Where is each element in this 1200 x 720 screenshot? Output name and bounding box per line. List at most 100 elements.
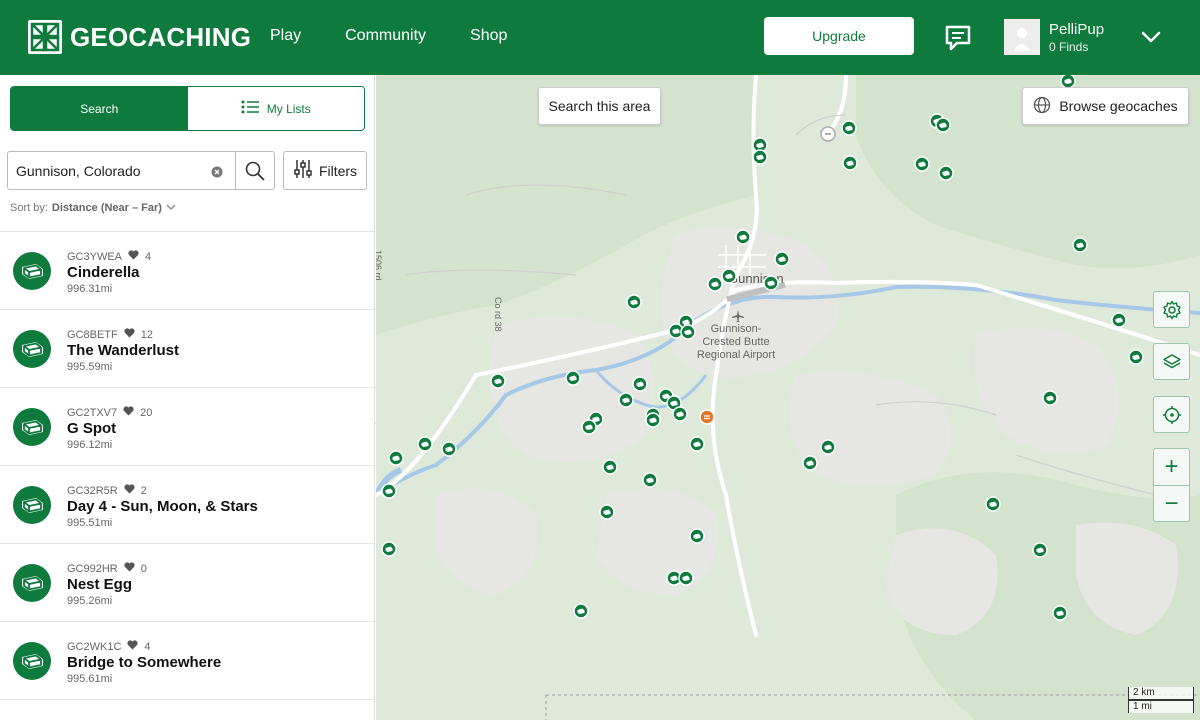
- cache-marker[interactable]: [441, 441, 457, 457]
- browse-geocaches-button[interactable]: Browse geocaches: [1022, 87, 1189, 125]
- tab-search-label: Search: [80, 101, 119, 116]
- cache-marker[interactable]: [721, 268, 737, 284]
- cache-marker[interactable]: [618, 392, 634, 408]
- cache-marker[interactable]: [680, 324, 696, 340]
- sort-selector[interactable]: Sort by: Distance (Near – Far): [10, 202, 176, 214]
- favorites-count: 2: [140, 484, 147, 497]
- search-button[interactable]: [235, 151, 274, 190]
- list-icon: [241, 100, 259, 117]
- cache-list: GC3YWEA 4 Cinderella 996.31mi GC8BETF 12…: [0, 231, 374, 700]
- cache-marker[interactable]: [689, 528, 705, 544]
- cache-marker[interactable]: [632, 376, 648, 392]
- cache-name[interactable]: Day 4 - Sun, Moon, & Stars: [67, 498, 258, 515]
- cache-marker[interactable]: [935, 117, 951, 133]
- cache-distance: 995.51mi: [67, 517, 113, 529]
- cache-marker[interactable]: [642, 472, 658, 488]
- heart-icon: [128, 250, 139, 263]
- cache-marker[interactable]: [573, 603, 589, 619]
- map-layers-button[interactable]: [1153, 343, 1190, 380]
- sort-prefix: Sort by:: [10, 202, 48, 214]
- cache-code-row: GC32R5R 2: [67, 484, 147, 497]
- upgrade-button[interactable]: Upgrade: [764, 17, 914, 55]
- filters-label: Filters: [318, 162, 358, 179]
- cache-marker[interactable]: [1052, 605, 1068, 621]
- map-scale: 2 km 1 mi: [1128, 687, 1194, 713]
- cache-marker[interactable]: [678, 570, 694, 586]
- cache-code: GC8BETF: [67, 328, 118, 341]
- cache-list-item[interactable]: GC2TXV7 20 G Spot 996.12mi: [0, 388, 374, 466]
- zoom-out-button[interactable]: −: [1154, 485, 1189, 521]
- cache-marker[interactable]: [645, 412, 661, 428]
- cache-marker[interactable]: [752, 149, 768, 165]
- gear-icon: [1162, 300, 1181, 319]
- cache-marker[interactable]: [565, 370, 581, 386]
- geocaching-logo[interactable]: GEOCACHING: [28, 20, 251, 54]
- cache-name[interactable]: Bridge to Somewhere: [67, 654, 221, 671]
- chevron-down-icon[interactable]: [1140, 28, 1162, 46]
- parking-marker: [820, 126, 836, 142]
- cache-marker[interactable]: [1032, 542, 1048, 558]
- location-search-field[interactable]: Gunnison, Colorado: [7, 151, 275, 190]
- cache-code: GC32R5R: [67, 484, 118, 497]
- cache-marker[interactable]: [1042, 390, 1058, 406]
- cache-marker[interactable]: [490, 373, 506, 389]
- cache-marker[interactable]: [774, 251, 790, 267]
- my-location-button[interactable]: [1153, 396, 1190, 433]
- nav-play[interactable]: Play: [270, 27, 301, 45]
- cache-marker[interactable]: [599, 504, 615, 520]
- zoom-in-button[interactable]: +: [1154, 449, 1189, 485]
- cache-marker[interactable]: [938, 165, 954, 181]
- cache-name[interactable]: G Spot: [67, 420, 116, 437]
- cache-marker[interactable]: [602, 459, 618, 475]
- cache-marker[interactable]: [417, 436, 433, 452]
- tab-search[interactable]: Search: [11, 87, 188, 130]
- cache-marker[interactable]: [735, 229, 751, 245]
- cache-marker[interactable]: [689, 436, 705, 452]
- tab-my-lists[interactable]: My Lists: [187, 87, 364, 130]
- cache-marker[interactable]: [388, 450, 404, 466]
- nav-shop[interactable]: Shop: [470, 27, 507, 45]
- map-settings-button[interactable]: [1153, 291, 1190, 328]
- avatar[interactable]: [1004, 19, 1040, 55]
- search-this-area-button[interactable]: Search this area: [538, 87, 661, 125]
- cache-marker[interactable]: [381, 483, 397, 499]
- cache-list-item[interactable]: GC32R5R 2 Day 4 - Sun, Moon, & Stars 995…: [0, 466, 374, 544]
- search-icon: [245, 161, 265, 181]
- traditional-cache-icon: [13, 408, 51, 446]
- user-name[interactable]: PelliPup: [1049, 21, 1104, 38]
- main-nav: Play Community Shop: [270, 27, 507, 45]
- cache-marker[interactable]: [914, 156, 930, 172]
- nav-community[interactable]: Community: [345, 27, 426, 45]
- cache-marker[interactable]: [985, 496, 1001, 512]
- search-input[interactable]: Gunnison, Colorado: [8, 163, 211, 179]
- cache-marker[interactable]: [820, 439, 836, 455]
- cache-marker[interactable]: [763, 275, 779, 291]
- cache-marker[interactable]: [841, 120, 857, 136]
- found-cache-marker[interactable]: [699, 409, 715, 425]
- cache-marker[interactable]: [626, 294, 642, 310]
- zoom-controls: + −: [1153, 448, 1190, 522]
- cache-list-item[interactable]: GC3YWEA 4 Cinderella 996.31mi: [0, 232, 374, 310]
- cache-marker[interactable]: [581, 419, 597, 435]
- cache-name[interactable]: The Wanderlust: [67, 342, 179, 359]
- heart-icon: [124, 328, 135, 341]
- cache-marker[interactable]: [842, 155, 858, 171]
- cache-marker[interactable]: [672, 406, 688, 422]
- cache-marker[interactable]: [802, 455, 818, 471]
- clear-icon[interactable]: [211, 165, 223, 177]
- cache-marker[interactable]: [1072, 237, 1088, 253]
- cache-list-item[interactable]: GC2WK1C 4 Bridge to Somewhere 995.61mi: [0, 622, 374, 700]
- cache-marker[interactable]: [1111, 312, 1127, 328]
- cache-name[interactable]: Nest Egg: [67, 576, 132, 593]
- filters-button[interactable]: Filters: [283, 151, 367, 190]
- cache-name[interactable]: Cinderella: [67, 264, 140, 281]
- favorites-count: 12: [140, 328, 153, 341]
- cache-list-item[interactable]: GC8BETF 12 The Wanderlust 995.59mi: [0, 310, 374, 388]
- cache-code-row: GC992HR 0: [67, 562, 147, 575]
- messages-icon[interactable]: [943, 23, 973, 53]
- map-canvas[interactable]: Gunnison Gunnison- Crested Butte Regiona…: [376, 75, 1200, 720]
- cache-marker[interactable]: [381, 541, 397, 557]
- cache-marker[interactable]: [707, 276, 723, 292]
- cache-list-item[interactable]: GC992HR 0 Nest Egg 995.26mi: [0, 544, 374, 622]
- cache-marker[interactable]: [1128, 349, 1144, 365]
